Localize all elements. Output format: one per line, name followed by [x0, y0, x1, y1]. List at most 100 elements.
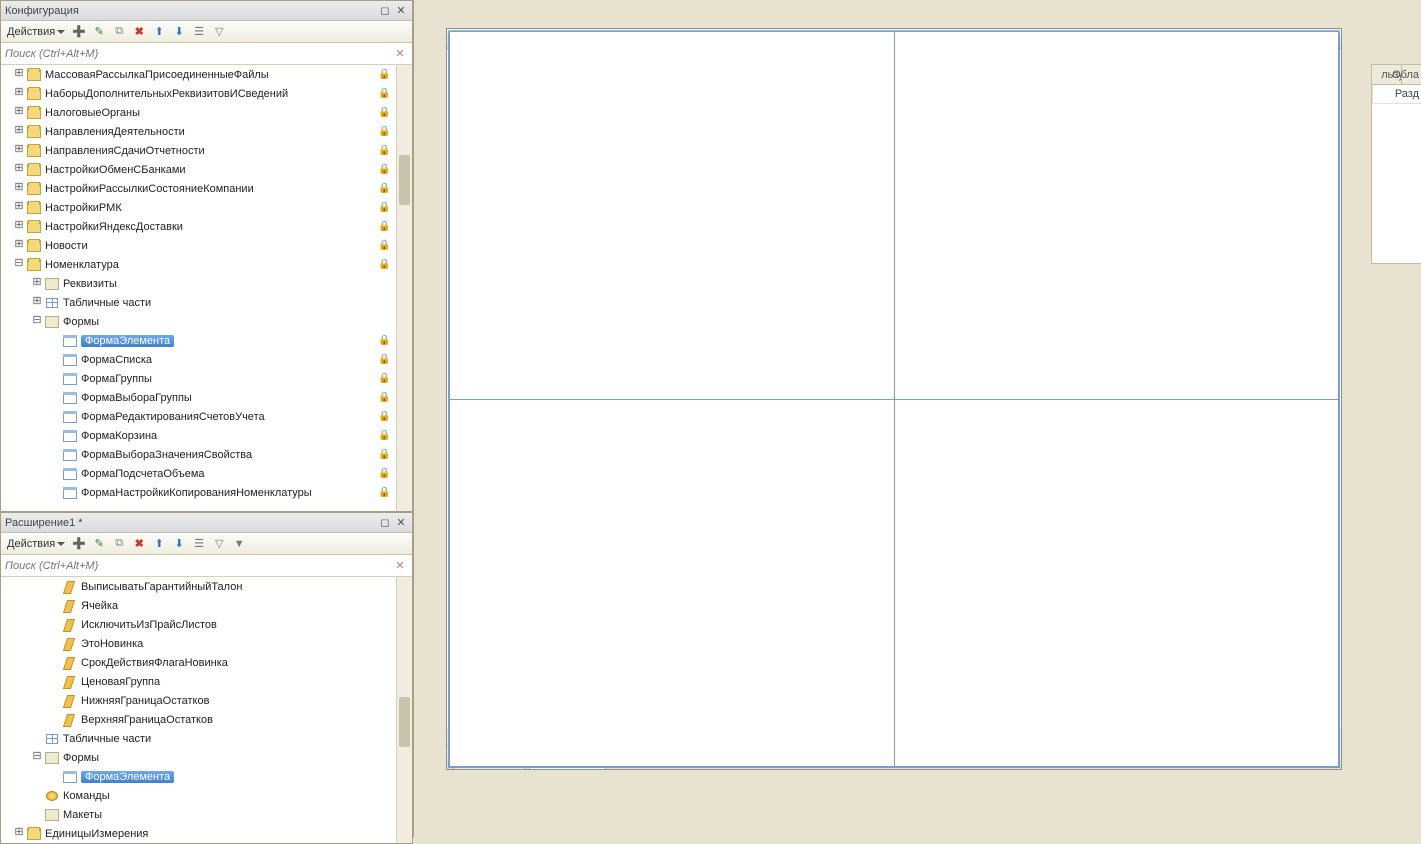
extension-scrollbar[interactable]: [396, 577, 412, 843]
delete-icon[interactable]: ✖: [131, 536, 147, 552]
tree-item[interactable]: ИсключитьИзПрайсЛистов: [1, 615, 412, 634]
lock-icon: 🔒: [378, 449, 392, 460]
filter-icon[interactable]: ▽: [211, 24, 227, 40]
form-icon: [62, 770, 78, 784]
config-scrollbar[interactable]: [396, 65, 412, 511]
collapse-icon[interactable]: ⊟: [31, 752, 43, 763]
tree-item[interactable]: ⊞ЕдиницыИзмерения: [1, 824, 412, 843]
list-icon[interactable]: ☰: [191, 536, 207, 552]
tree-item[interactable]: ФормаЭлемента🔒: [1, 331, 412, 350]
extension-panel-title: Расширение1 * ◻ ✕: [1, 513, 412, 533]
tree-item[interactable]: ФормаСписка🔒: [1, 350, 412, 369]
tree-item-label: НастройкиОбменСБанками: [45, 164, 186, 176]
tree-item[interactable]: Табличные части: [1, 729, 412, 748]
edit-icon[interactable]: ✎: [91, 24, 107, 40]
tree-item[interactable]: ФормаВыбораЗначенияСвойства🔒: [1, 445, 412, 464]
expand-icon[interactable]: ⊞: [13, 828, 25, 839]
tree-item[interactable]: ФормаВыбораГруппы🔒: [1, 388, 412, 407]
expand-icon[interactable]: ⊞: [13, 69, 25, 80]
tree-item[interactable]: ⊟Номенклатура🔒: [1, 255, 412, 274]
close-icon[interactable]: ✕: [394, 4, 408, 18]
tree-item[interactable]: ЭтоНовинка: [1, 634, 412, 653]
tree-item[interactable]: ⊟ Формы: [1, 748, 412, 767]
tree-item[interactable]: ⊞ Реквизиты: [1, 274, 412, 293]
expand-icon[interactable]: ⊞: [13, 183, 25, 194]
collapse-icon[interactable]: ⊟: [31, 316, 43, 327]
tree-item[interactable]: ВерхняяГраницаОстатков: [1, 710, 412, 729]
delete-icon[interactable]: ✖: [131, 24, 147, 40]
tab-module[interactable]: Модуль: [529, 749, 606, 769]
tree-item[interactable]: ⊞МассоваяРассылкаПрисоединенныеФайлы🔒: [1, 65, 412, 84]
tree-item[interactable]: СрокДействияФлагаНовинка: [1, 653, 412, 672]
tree-item-label: Новости: [45, 240, 88, 252]
expand-icon[interactable]: ⊞: [13, 88, 25, 99]
list-icon[interactable]: ☰: [191, 24, 207, 40]
tree-item[interactable]: ФормаРедактированияСчетовУчета🔒: [1, 407, 412, 426]
expand-icon[interactable]: ⊞: [13, 107, 25, 118]
tree-item[interactable]: ⊞НастройкиОбменСБанками🔒: [1, 160, 412, 179]
tree-item[interactable]: ВыписыватьГарантийныйТалон: [1, 577, 412, 596]
tree-item[interactable]: НижняяГраницаОстатков: [1, 691, 412, 710]
property-cell[interactable]: Разд: [1372, 85, 1421, 104]
expand-icon[interactable]: ⊞: [31, 278, 43, 289]
add-icon[interactable]: ➕: [71, 24, 87, 40]
tree-item[interactable]: ⊞Табличные части: [1, 293, 412, 312]
collapse-icon[interactable]: ⊟: [13, 259, 25, 270]
filter2-icon[interactable]: ▼: [231, 536, 247, 552]
lock-icon: 🔒: [378, 107, 392, 118]
tree-item[interactable]: ФормаГруппы🔒: [1, 369, 412, 388]
pin-icon[interactable]: ◻: [378, 4, 392, 18]
tree-item[interactable]: ФормаКорзина🔒: [1, 426, 412, 445]
expand-icon[interactable]: ⊞: [13, 202, 25, 213]
cat-icon: [26, 106, 42, 120]
tree-item[interactable]: ⊞НастройкиРассылкиСостояниеКомпании🔒: [1, 179, 412, 198]
tree-item-label: ФормаЭлемента: [81, 335, 174, 347]
down-icon[interactable]: ⬇: [171, 536, 187, 552]
expand-icon[interactable]: ⊞: [13, 221, 25, 232]
extension-tree[interactable]: ВыписыватьГарантийныйТалонЯчейкаИсключит…: [1, 577, 412, 843]
config-search-input[interactable]: [5, 48, 392, 60]
tree-item[interactable]: ЦеноваяГруппа: [1, 672, 412, 691]
property-header-2[interactable]: Обла: [1401, 65, 1421, 85]
close-icon[interactable]: ✕: [394, 516, 408, 530]
actions-menu[interactable]: Действия: [5, 538, 67, 550]
tree-item[interactable]: ⊞НалоговыеОрганы🔒: [1, 103, 412, 122]
tree-item[interactable]: Ячейка: [1, 596, 412, 615]
tree-item[interactable]: ⊞НастройкиРМК🔒: [1, 198, 412, 217]
expand-icon[interactable]: ⊞: [13, 145, 25, 156]
edit-icon[interactable]: ✎: [91, 536, 107, 552]
tree-item-label: Формы: [63, 752, 99, 764]
tree-item[interactable]: ⊞НаправленияСдачиОтчетности🔒: [1, 141, 412, 160]
expand-icon[interactable]: ⊞: [13, 164, 25, 175]
clear-search-icon[interactable]: ✕: [392, 47, 408, 60]
add-icon[interactable]: ➕: [71, 536, 87, 552]
expand-icon[interactable]: ⊞: [13, 240, 25, 251]
copy-icon[interactable]: ⧉: [111, 536, 127, 552]
expand-icon[interactable]: ⊞: [13, 126, 25, 137]
tree-item[interactable]: ФормаПодсчетаОбъема🔒: [1, 464, 412, 483]
tree-item[interactable]: ⊞НаборыДополнительныхРеквизитовИСведений…: [1, 84, 412, 103]
tree-item-label: Реквизиты: [63, 278, 117, 290]
clear-search-icon[interactable]: ✕: [392, 559, 408, 572]
copy-icon[interactable]: ⧉: [111, 24, 127, 40]
config-tree[interactable]: ⊞МассоваяРассылкаПрисоединенныеФайлы🔒⊞На…: [1, 65, 412, 511]
tree-item[interactable]: ⊞Новости🔒: [1, 236, 412, 255]
tree-item[interactable]: Команды: [1, 786, 412, 805]
up-icon[interactable]: ⬆: [151, 24, 167, 40]
extension-search-input[interactable]: [5, 560, 392, 572]
tree-item-label: НаправленияДеятельности: [45, 126, 185, 138]
tree-item[interactable]: ФормаЭлемента: [1, 767, 412, 786]
up-icon[interactable]: ⬆: [151, 536, 167, 552]
tree-item[interactable]: ФормаНастройкиКопированияНоменклатуры🔒: [1, 483, 412, 502]
actions-menu[interactable]: Действия: [5, 26, 67, 38]
pin-icon[interactable]: ◻: [378, 516, 392, 530]
tree-item[interactable]: ⊞НастройкиЯндексДоставки🔒: [1, 217, 412, 236]
tree-item[interactable]: ⊟Формы: [1, 312, 412, 331]
expand-icon[interactable]: ⊞: [31, 297, 43, 308]
cmd-icon: [44, 789, 60, 803]
tree-item-label: МассоваяРассылкаПрисоединенныеФайлы: [45, 69, 269, 81]
tree-item[interactable]: Макеты: [1, 805, 412, 824]
tree-item[interactable]: ⊞НаправленияДеятельности🔒: [1, 122, 412, 141]
filter-icon[interactable]: ▽: [211, 536, 227, 552]
down-icon[interactable]: ⬇: [171, 24, 187, 40]
